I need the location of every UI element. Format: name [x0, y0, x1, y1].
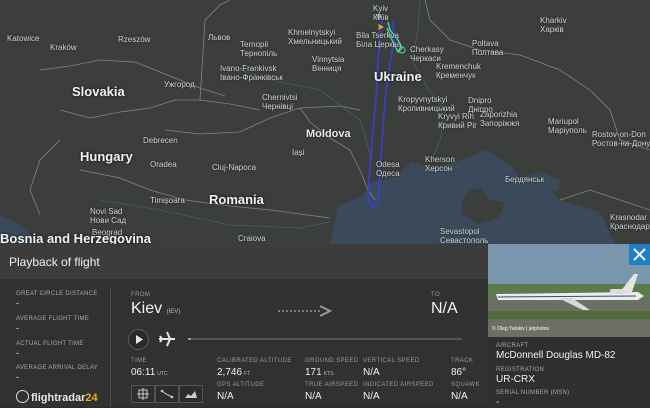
ground-speed-value: 171 KTS [305, 367, 334, 378]
play-icon [136, 335, 143, 344]
chart-button[interactable] [179, 385, 203, 403]
city-timisoara: Timișoara [150, 196, 185, 205]
city-poltava: Poltava Полтава [472, 39, 504, 57]
vertical-speed-label: VERTICAL SPEED [363, 358, 420, 364]
city-lviv: Львов [208, 33, 231, 42]
registration-value: UR-CRX [496, 374, 535, 385]
playback-panel: Playback of flight GREAT CIRCLE DISTANCE… [0, 244, 488, 407]
calibrated-altitude-value: 2,746 FT [217, 367, 251, 378]
country-romania: Romania [209, 192, 264, 207]
city-ivano: Ivano-Frankivsk Івано-Франківськ [220, 64, 283, 82]
calibrated-altitude-label: CALIBRATED ALTITUDE [217, 358, 292, 364]
squawk-label: SQUAWK [451, 382, 480, 388]
city-sevastopol: Sevastopol Севастополь [440, 227, 489, 244]
city-debrecen: Debrecen [143, 136, 178, 145]
country-moldova: Moldova [306, 128, 351, 140]
city-craiova: Craiova [238, 234, 266, 243]
play-button[interactable] [128, 329, 149, 350]
time-label: TIME [131, 358, 147, 364]
city-berdyansk: Бердянськ [505, 175, 545, 184]
country-slovakia: Slovakia [72, 84, 125, 99]
city-kharkiv: Kharkiv Харків [540, 16, 567, 34]
close-icon [633, 248, 646, 261]
from-airport: Kiev (IEV) [131, 300, 181, 317]
city-kyiv: Kyiv Київ [373, 4, 389, 22]
city-vinnytsia: Vinnytsia Вінниця [312, 55, 345, 73]
vertical-speed-value: N/A [363, 367, 380, 378]
country-ukraine: Ukraine [374, 69, 422, 84]
aircraft-photo[interactable]: © Oleg Yatskiv | jetphotos [488, 244, 650, 337]
logo-icon [16, 390, 29, 403]
actual-flight-time: ACTUAL FLIGHT TIME - [16, 341, 84, 358]
fullscreen-button[interactable] [131, 385, 155, 403]
country-hungary: Hungary [80, 149, 133, 164]
city-krasnodar: Krasnodar Краснодар [610, 213, 650, 231]
city-krakow: Kraków [50, 43, 77, 52]
city-ternopil: Ternopil Тернопіль [240, 40, 278, 58]
average-arrival-delay: AVERAGE ARRIVAL DELAY - [16, 365, 99, 382]
city-rzeszow: Rzeszów [118, 35, 151, 44]
gps-altitude-value: N/A [217, 391, 234, 402]
plane-icon [157, 330, 177, 348]
panel-header: Playback of flight [0, 244, 488, 279]
to-airport: N/A [431, 300, 458, 317]
true-airspeed-value: N/A [305, 391, 322, 402]
flightradar24-logo[interactable]: flightradar24 [16, 390, 98, 404]
city-rostov: Rostov-on-Don Ростов-на-Дону [592, 130, 650, 148]
city-khmelnytskyi: Khmelnytskyi Хмельницький [288, 28, 342, 46]
registration-label: REGISTRATION [496, 367, 545, 373]
city-kremenchuk: Kremenchuk Кременчук [436, 62, 481, 80]
squawk-value: N/A [451, 391, 468, 402]
aircraft-image [488, 244, 650, 337]
indicated-airspeed-label: INDICATED AIRSPEED [363, 382, 434, 388]
city-oradea: Oradea [150, 160, 177, 169]
aircraft-label: AIRCRAFT [496, 343, 529, 349]
average-flight-time: AVERAGE FLIGHT TIME - [16, 316, 90, 333]
country-bosnia: Bosnia and Herzegovina [0, 231, 151, 244]
panel-title: Playback of flight [9, 255, 100, 269]
time-value: 06:11 UTC [131, 367, 168, 378]
photo-credit: © Oleg Yatskiv | jetphotos [492, 326, 550, 332]
serial-label: SERIAL NUMBER (MSN) [496, 390, 570, 396]
city-bila-tserkva: Bila Tserkva Біла Церква [356, 31, 402, 49]
route-icon [160, 389, 174, 399]
panel-divider [110, 288, 111, 407]
from-label: FROM [131, 292, 151, 298]
route-button[interactable] [155, 385, 179, 403]
city-kherson: Kherson Херсон [425, 155, 455, 173]
close-button[interactable] [629, 244, 650, 265]
altitude-chart-icon [185, 391, 197, 398]
serial-value: - [496, 397, 500, 408]
flight-summary: GREAT CIRCLE DISTANCE - AVERAGE FLIGHT T… [0, 279, 110, 407]
city-uzhhorod: Ужгород [164, 80, 195, 89]
city-mariupol: Mariupol Маріуполь [548, 117, 587, 135]
to-label: TO [431, 292, 441, 298]
aircraft-info: © Oleg Yatskiv | jetphotos AIRCRAFT McDo… [488, 244, 650, 408]
gps-altitude-label: GPS ALTITUDE [217, 382, 265, 388]
city-odesa: Odesa Одеса [376, 160, 400, 178]
city-chernivtsi: Chernivtsi Чернівці [262, 93, 298, 111]
city-kropyvnytskyi: Kropyvnytskyi Кропивницький [398, 95, 455, 113]
route-arrow-icon [278, 304, 333, 318]
slider-progress [188, 338, 191, 340]
playback-slider[interactable] [188, 338, 462, 340]
city-novisad: Novi Sad Нови Сад [90, 207, 127, 225]
true-airspeed-label: TRUE AIRSPEED [305, 382, 359, 388]
city-kryvyi-rih: Kryvyi Rih Кривий Ріг [438, 112, 478, 130]
city-cherkasy: Cherkasy Черкаси [410, 45, 444, 63]
track-value: 86° [451, 367, 467, 378]
great-circle-distance: GREAT CIRCLE DISTANCE - [16, 291, 98, 308]
aircraft-value: McDonnell Douglas MD-82 [496, 350, 616, 361]
indicated-airspeed-value: N/A [363, 391, 380, 402]
crosshair-icon [137, 388, 149, 400]
city-iasi: Iași [292, 148, 305, 157]
city-katowice: Katowice [7, 34, 40, 43]
track-label: TRACK [451, 358, 474, 364]
flight-map[interactable]: Katowice Kraków Rzeszów Львов Ternopil Те… [0, 0, 650, 244]
city-zaporizhia: Zaporizhia Запоріжжя [480, 110, 520, 128]
ground-speed-label: GROUND SPEED [305, 358, 359, 364]
city-clujnapoca: Cluj-Napoca [212, 163, 257, 172]
